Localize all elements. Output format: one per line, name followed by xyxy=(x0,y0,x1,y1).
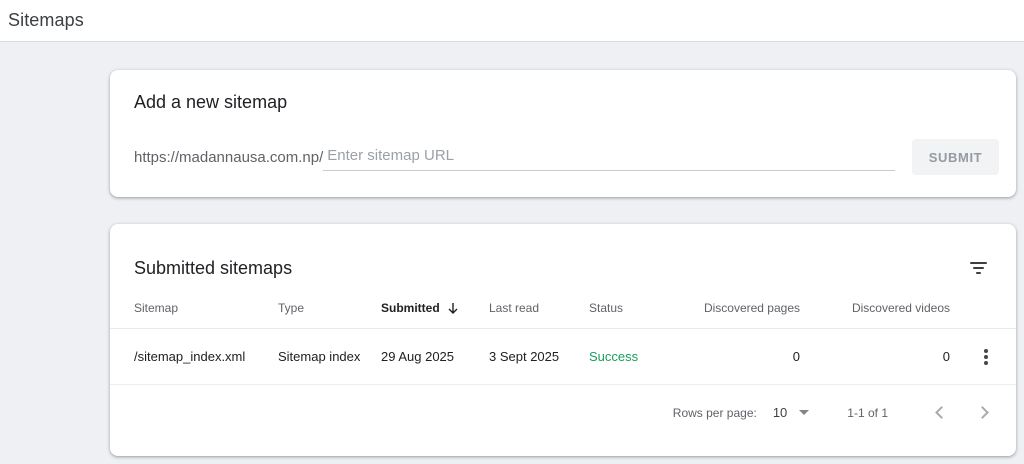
sort-descending-icon xyxy=(447,302,459,314)
site-url-prefix: https://madannausa.com.np/ xyxy=(134,148,324,166)
submit-button[interactable]: SUBMIT xyxy=(912,139,999,175)
table-row[interactable]: /sitemap_index.xml Sitemap index 29 Aug … xyxy=(110,328,1016,384)
dropdown-arrow-icon xyxy=(799,410,810,415)
rows-per-page-label: Rows per page: xyxy=(672,405,757,420)
table-pagination: Rows per page: 10 1-1 of 1 xyxy=(110,384,1016,440)
submitted-sitemaps-header: Submitted sitemaps xyxy=(110,224,1016,288)
status-badge: Success xyxy=(589,349,639,364)
rows-per-page-select[interactable]: 10 xyxy=(772,405,810,420)
next-page-icon[interactable] xyxy=(972,401,996,425)
column-header-status[interactable]: Status xyxy=(589,301,693,315)
column-header-sitemap[interactable]: Sitemap xyxy=(134,301,278,315)
cell-discovered-videos: 0 xyxy=(942,349,950,364)
sitemap-url-input[interactable] xyxy=(323,143,895,171)
column-header-submitted[interactable]: Submitted xyxy=(381,301,489,315)
submitted-sitemaps-title: Submitted sitemaps xyxy=(134,257,293,278)
column-header-type[interactable]: Type xyxy=(278,301,381,315)
rows-per-page-value: 10 xyxy=(772,405,788,420)
add-sitemap-title: Add a new sitemap xyxy=(134,92,288,112)
cell-submitted: 29 Aug 2025 xyxy=(381,349,455,364)
cell-type: Sitemap index xyxy=(278,349,361,364)
column-header-last-read[interactable]: Last read xyxy=(489,301,589,315)
column-header-discovered-videos[interactable]: Discovered videos xyxy=(800,301,950,315)
main-content: Add a new sitemap https://madannausa.com… xyxy=(0,42,1024,456)
column-header-discovered-pages[interactable]: Discovered pages xyxy=(693,301,800,315)
more-options-icon[interactable] xyxy=(980,345,992,369)
previous-page-icon[interactable] xyxy=(928,401,952,425)
cell-sitemap: /sitemap_index.xml xyxy=(134,349,246,364)
add-sitemap-card: Add a new sitemap https://madannausa.com… xyxy=(110,70,1016,197)
cell-last-read: 3 Sept 2025 xyxy=(489,349,560,364)
table-header-row: Sitemap Type Submitted Last read Status … xyxy=(110,288,1016,328)
submitted-sitemaps-card: Submitted sitemaps Sitemap Type Submitte… xyxy=(110,224,1016,456)
page-title: Sitemaps xyxy=(8,10,84,30)
cell-discovered-pages: 0 xyxy=(792,349,800,364)
filter-icon[interactable] xyxy=(964,257,992,279)
pagination-range: 1-1 of 1 xyxy=(847,405,888,420)
add-sitemap-row: https://madannausa.com.np/ SUBMIT xyxy=(134,139,999,175)
top-bar: Sitemaps xyxy=(0,0,1024,42)
